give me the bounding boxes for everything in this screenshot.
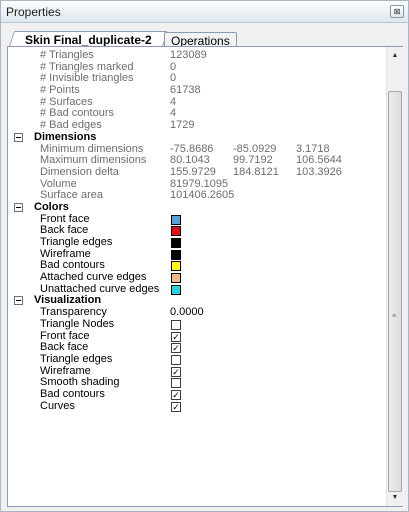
checkbox[interactable]: ✓ (171, 366, 181, 377)
property-value: 61738 (170, 84, 201, 97)
color-swatch[interactable] (171, 249, 181, 260)
color-row[interactable]: Attached curve edges (8, 271, 386, 284)
checkbox-row[interactable]: Triangle Nodes (8, 317, 386, 331)
checkbox-row[interactable]: Triangle edges (8, 352, 386, 366)
value-y: 184.8121 (233, 165, 279, 178)
property-label: Triangle edges (40, 352, 113, 365)
close-icon[interactable]: ⊠ (390, 5, 404, 18)
property-row[interactable]: # Triangles 123089 (8, 49, 386, 62)
properties-window: Properties ⊠ Skin Final_duplicate-2 Oper… (0, 0, 409, 512)
checkbox-row[interactable]: Curves ✓ (8, 399, 386, 413)
property-label: Triangle Nodes (40, 317, 115, 330)
property-label: Dimension delta (40, 165, 119, 178)
value-z: 103.3926 (296, 165, 342, 178)
window-title: Properties (6, 5, 61, 19)
color-swatch[interactable] (171, 273, 181, 284)
tab-label: Skin Final_duplicate-2 (25, 33, 152, 47)
color-swatch[interactable] (171, 214, 181, 225)
collapse-icon[interactable] (14, 296, 23, 306)
checkbox[interactable] (171, 354, 181, 365)
arrow-up-icon[interactable]: ▲ (387, 47, 403, 64)
property-value: 1729 (170, 119, 195, 132)
checkbox[interactable] (171, 319, 181, 330)
checkbox[interactable] (171, 378, 181, 389)
title-bar: Properties ⊠ (1, 1, 408, 23)
property-row[interactable]: Dimension delta 155.9729 184.8121 103.3926 (8, 165, 386, 179)
color-swatch[interactable] (171, 261, 181, 272)
section-colors: Colors (8, 200, 386, 214)
property-label: Attached curve edges (40, 271, 147, 284)
section-title: Colors (34, 200, 69, 213)
property-label: # Points (40, 84, 80, 97)
property-label: Triangle edges (40, 236, 113, 248)
color-row[interactable]: Triangle edges (8, 236, 386, 249)
color-swatch[interactable] (171, 238, 181, 248)
property-value: 123089 (170, 49, 207, 61)
property-label: Bad contours (40, 387, 105, 400)
property-label: Curves (40, 399, 75, 412)
scroll-thumb[interactable]: ≡ (388, 91, 402, 492)
checkbox[interactable]: ✓ (171, 389, 181, 400)
property-value: 101406.2605 (170, 189, 235, 202)
checkbox[interactable]: ✓ (171, 331, 181, 342)
property-grid: # Triangles 123089 # Triangles marked 0 # … (8, 49, 386, 413)
checkbox[interactable]: ✓ (171, 401, 181, 412)
checkbox-row[interactable]: Bad contours ✓ (8, 387, 386, 401)
property-label: # Triangles (40, 49, 94, 61)
color-swatch[interactable] (171, 284, 181, 295)
color-swatch[interactable] (171, 226, 181, 237)
collapse-icon[interactable] (14, 202, 23, 212)
section-dimensions: Dimensions (8, 130, 386, 144)
property-row[interactable]: # Points 61738 (8, 84, 386, 97)
value-x: 155.9729 (170, 165, 216, 178)
collapse-icon[interactable] (14, 132, 23, 142)
checkbox[interactable]: ✓ (171, 343, 181, 354)
properties-panel: # Triangles 123089 # Triangles marked 0 # … (7, 46, 403, 507)
section-title: Dimensions (34, 130, 97, 143)
transparency-value[interactable]: 0.0000 (170, 306, 204, 319)
arrow-down-icon[interactable]: ▼ (387, 489, 403, 506)
tab-strip: Skin Final_duplicate-2 Operations (1, 23, 408, 49)
vertical-scrollbar[interactable]: ▲ ≡ ▼ (386, 47, 403, 506)
grip-icon: ≡ (392, 313, 397, 320)
